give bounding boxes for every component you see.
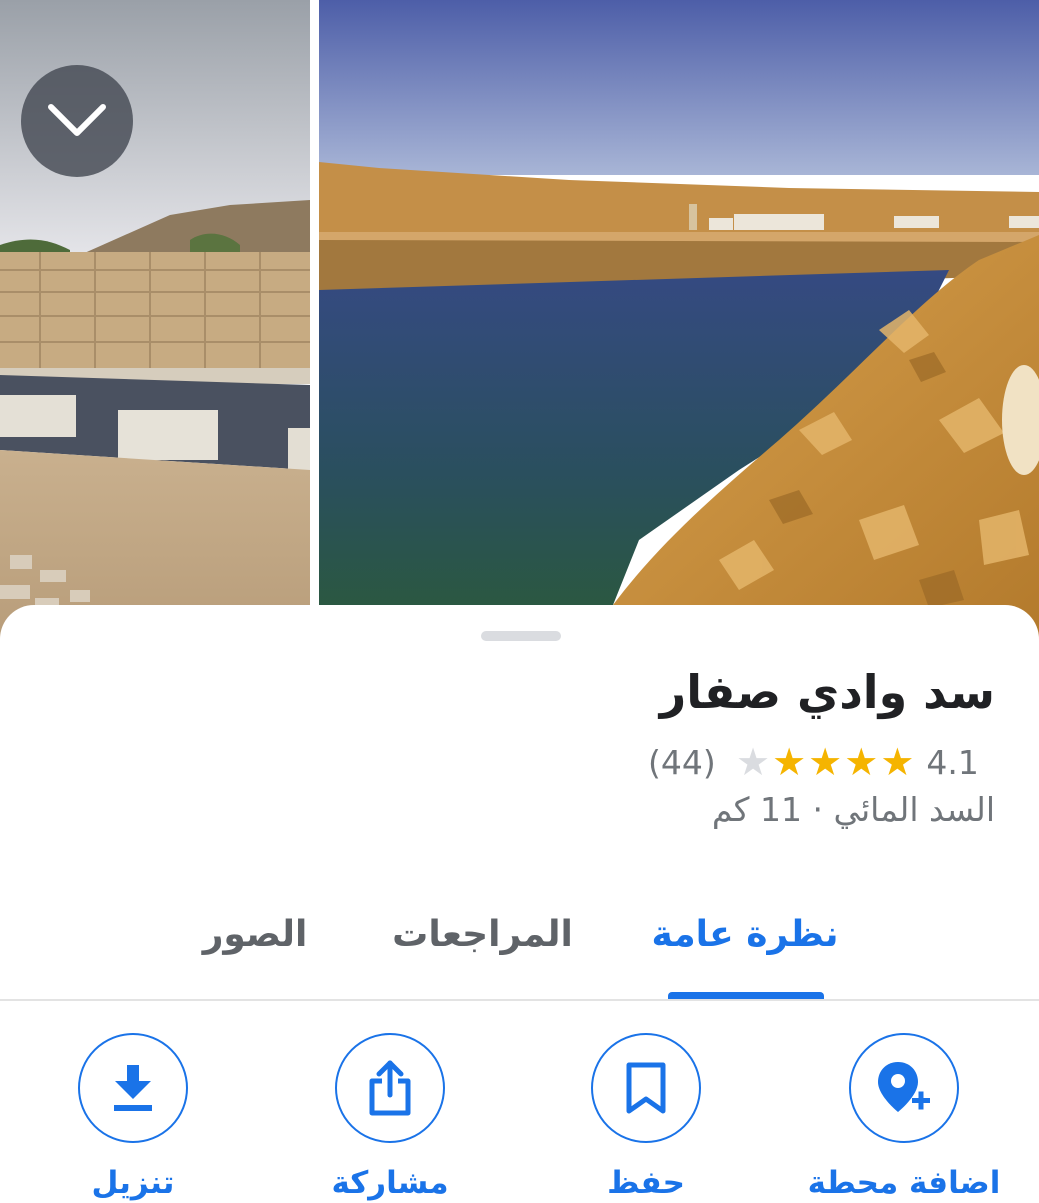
star-rating: ★ ★ ★ ★ ★: [736, 743, 914, 781]
place-details-sheet: سد وادي صفار (44) ★ ★ ★ ★ ★ 4.1 السد الم…: [0, 605, 1039, 1203]
add-stop-button[interactable]: اضافة محطة: [804, 1033, 1004, 1203]
share-button[interactable]: مشاركة: [290, 1033, 490, 1203]
save-button[interactable]: حفظ: [546, 1033, 746, 1203]
rating-row[interactable]: (44) ★ ★ ★ ★ ★ 4.1: [648, 737, 995, 787]
star-filled-icon: ★: [880, 740, 915, 784]
tab-reviews[interactable]: المراجعات: [385, 905, 580, 995]
download-button[interactable]: تنزيل: [33, 1033, 233, 1203]
save-label: حفظ: [607, 1165, 685, 1201]
tab-bar: نظرة عامة المراجعات الصور: [0, 905, 1039, 1001]
photo-main-dam[interactable]: [319, 0, 1039, 640]
sheet-drag-handle[interactable]: [481, 631, 561, 641]
rating-value: 4.1: [926, 742, 979, 782]
share-label: مشاركة: [331, 1165, 449, 1201]
tabs-divider: [0, 999, 1039, 1001]
download-label: تنزيل: [91, 1165, 175, 1201]
photo-thumbnail-wall[interactable]: [0, 0, 310, 640]
add-stop-label: اضافة محطة: [807, 1165, 1001, 1201]
review-count: (44): [648, 742, 716, 782]
tab-overview[interactable]: نظرة عامة: [640, 905, 850, 995]
share-icon: [369, 1060, 411, 1116]
bookmark-icon: [626, 1062, 666, 1114]
category-distance: السد المائي · 11 كم: [711, 790, 995, 829]
download-icon: [114, 1065, 152, 1111]
photo-strip[interactable]: [0, 0, 1039, 640]
chevron-down-icon: [48, 104, 106, 136]
download-circle[interactable]: [78, 1033, 188, 1143]
tab-photos[interactable]: الصور: [195, 905, 315, 995]
save-circle[interactable]: [591, 1033, 701, 1143]
star-empty-icon: ★: [736, 740, 771, 784]
add-location-icon: [878, 1062, 930, 1112]
add-stop-circle[interactable]: [849, 1033, 959, 1143]
share-circle[interactable]: [335, 1033, 445, 1143]
star-filled-icon: ★: [808, 740, 843, 784]
collapse-button[interactable]: [21, 65, 133, 177]
place-title: سد وادي صفار: [659, 665, 995, 719]
star-filled-icon: ★: [844, 740, 879, 784]
star-filled-icon: ★: [772, 740, 807, 784]
